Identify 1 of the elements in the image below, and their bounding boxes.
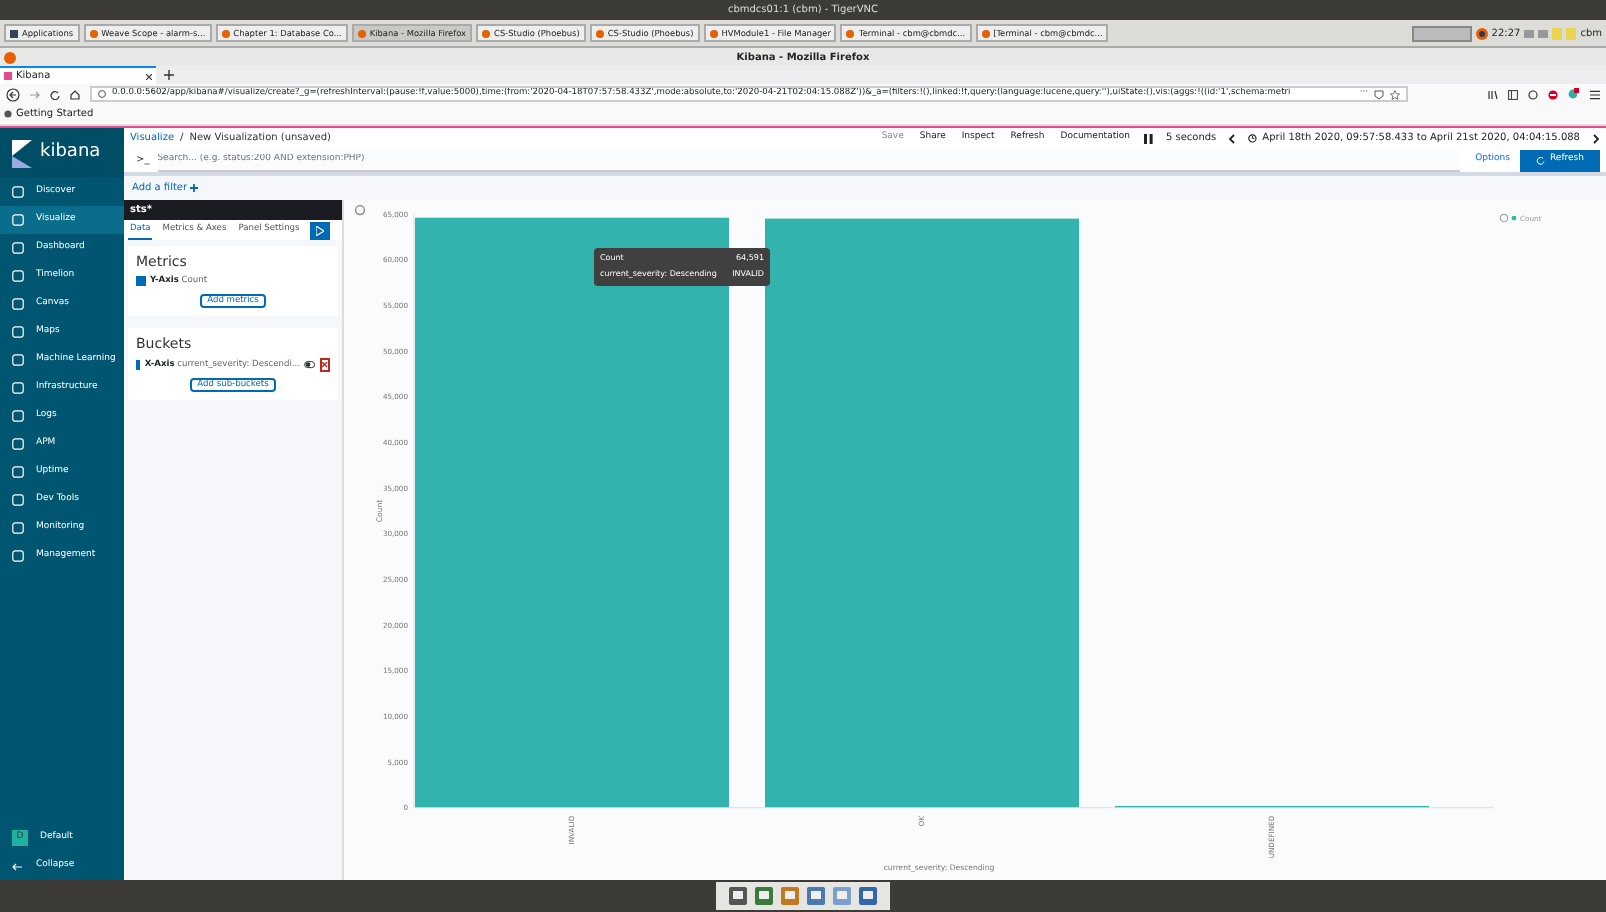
logo-text: kibana: [40, 142, 101, 164]
